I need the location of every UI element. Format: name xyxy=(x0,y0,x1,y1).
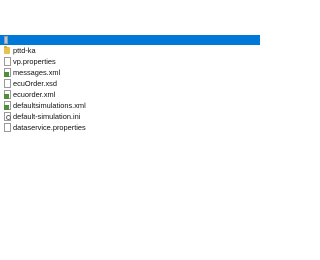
file-row-messages-xml[interactable]: messages.xml xyxy=(0,67,260,78)
xml-file-icon xyxy=(4,101,11,110)
file-icon xyxy=(4,123,11,132)
file-row-vp-properties[interactable]: vp.properties xyxy=(0,56,260,67)
xml-file-icon xyxy=(4,68,11,77)
file-name: dataservice.properties xyxy=(13,123,86,132)
xml-file-icon xyxy=(4,90,11,99)
settings-file-icon xyxy=(4,112,11,121)
file-row-default-simulation-ini[interactable]: default-simulation.ini xyxy=(0,111,260,122)
file-name: default-simulation.ini xyxy=(13,112,81,121)
file-icon xyxy=(4,36,8,44)
file-list: pttd-ka vp.properties messages.xml ecuOr… xyxy=(0,0,260,260)
file-icon xyxy=(4,79,11,88)
file-name: defaultsimulations.xml xyxy=(13,101,86,110)
file-name: messages.xml xyxy=(13,68,61,77)
file-row-defaultsimulations-xml[interactable]: defaultsimulations.xml xyxy=(0,100,260,111)
file-row-pttd-ka[interactable]: pttd-ka xyxy=(0,45,260,56)
file-name: ecuOrder.xsd xyxy=(13,79,57,88)
file-row-ecuorder-xml[interactable]: ecuorder.xml xyxy=(0,89,260,100)
file-name: vp.properties xyxy=(13,57,56,66)
file-row-dataservice-properties[interactable]: dataservice.properties xyxy=(0,122,260,133)
file-name: ecuorder.xml xyxy=(13,90,56,99)
file-row-selected[interactable] xyxy=(0,35,260,45)
file-row-ecuorder-xsd[interactable]: ecuOrder.xsd xyxy=(0,78,260,89)
folder-icon xyxy=(4,46,10,54)
file-icon xyxy=(4,57,11,66)
file-name: pttd-ka xyxy=(13,46,36,55)
